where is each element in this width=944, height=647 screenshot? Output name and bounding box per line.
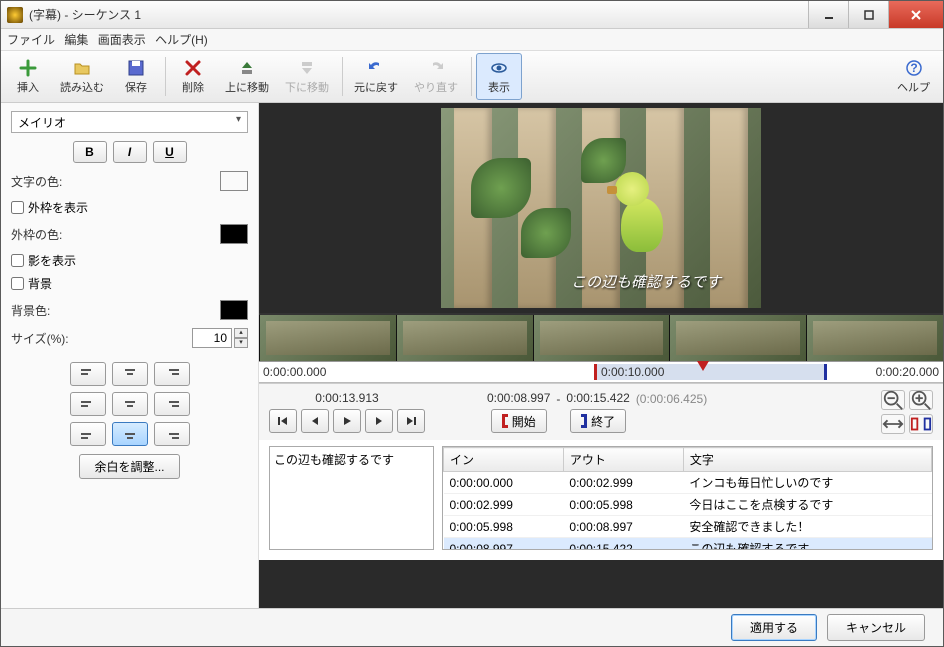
out-timecode: 0:00:15.422	[566, 391, 629, 405]
font-select[interactable]: メイリオ	[11, 111, 248, 133]
sidebar: メイリオ B I U 文字の色: 外枠を表示 外枠の色: 影を表示 背景 背景色…	[1, 103, 259, 608]
playhead-icon[interactable]	[697, 361, 709, 371]
menu-help[interactable]: ヘルプ(H)	[155, 33, 208, 47]
zoom-out-button[interactable]	[881, 390, 905, 410]
window-title: (字幕) - シーケンス 1	[29, 6, 808, 23]
save-button[interactable]: 保存	[113, 53, 159, 100]
apply-button[interactable]: 適用する	[731, 614, 817, 641]
table-row[interactable]: 0:00:00.0000:00:02.999インコも毎日忙しいのです	[444, 472, 932, 494]
table-row[interactable]: 0:00:08.9970:00:15.422この辺も確認するです	[444, 538, 932, 551]
toolbar: 挿入 読み込む 保存 削除 上に移動 下に移動 元に戻す やり直す 表示 ?ヘル…	[1, 51, 943, 103]
delete-button[interactable]: 削除	[170, 53, 216, 100]
align-mr[interactable]	[154, 392, 190, 416]
redo-button: やり直す	[407, 53, 465, 100]
align-mc[interactable]	[112, 392, 148, 416]
bordercolor-swatch[interactable]	[220, 224, 248, 244]
underline-button[interactable]: U	[153, 141, 187, 163]
bgcolor-label: 背景色:	[11, 302, 220, 319]
menubar: ファイル 編集 画面表示 ヘルプ(H)	[1, 29, 943, 51]
menu-file[interactable]: ファイル	[7, 33, 55, 47]
align-bl[interactable]	[70, 422, 106, 446]
titlebar: (字幕) - シーケンス 1	[1, 1, 943, 29]
align-tl[interactable]	[70, 362, 106, 386]
close-button[interactable]	[888, 1, 943, 28]
in-timecode: 0:00:08.997	[487, 391, 550, 405]
range-button[interactable]	[909, 414, 933, 434]
table-row[interactable]: 0:00:02.9990:00:05.998今日はここを点検するです	[444, 494, 932, 516]
bold-button[interactable]: B	[73, 141, 107, 163]
cancel-button[interactable]: キャンセル	[827, 614, 925, 641]
size-input[interactable]	[192, 328, 232, 348]
video-preview: この辺も確認するです	[259, 103, 943, 313]
col-in[interactable]: イン	[444, 448, 564, 472]
textcolor-swatch[interactable]	[220, 171, 248, 191]
timeline-ruler[interactable]: 0:00:00.000 0:00:10.000 0:00:20.000	[259, 361, 943, 383]
app-window: (字幕) - シーケンス 1 ファイル 編集 画面表示 ヘルプ(H) 挿入 読み…	[0, 0, 944, 647]
moveup-button[interactable]: 上に移動	[218, 53, 276, 100]
size-up[interactable]: ▴	[234, 328, 248, 338]
undo-button[interactable]: 元に戻す	[347, 53, 405, 100]
fit-button[interactable]	[881, 414, 905, 434]
col-text[interactable]: 文字	[683, 448, 931, 472]
current-timecode: 0:00:13.913	[315, 391, 378, 405]
align-tr[interactable]	[154, 362, 190, 386]
help-button[interactable]: ?ヘルプ	[890, 53, 937, 100]
subtitle-textarea[interactable]	[269, 446, 434, 550]
align-tc[interactable]	[112, 362, 148, 386]
movedown-button: 下に移動	[278, 53, 336, 100]
play-button[interactable]	[333, 409, 361, 433]
subtitle-table[interactable]: イン アウト 文字 0:00:00.0000:00:02.999インコも毎日忙し…	[442, 446, 933, 550]
goto-end-button[interactable]	[397, 409, 425, 433]
svg-text:?: ?	[910, 61, 917, 75]
align-ml[interactable]	[70, 392, 106, 416]
duration-label: (0:00:06.425)	[636, 392, 707, 406]
align-bc[interactable]	[112, 422, 148, 446]
size-down[interactable]: ▾	[234, 338, 248, 348]
showshadow-checkbox[interactable]: 影を表示	[11, 252, 248, 269]
margin-button[interactable]: 余白を調整...	[79, 454, 179, 479]
minimize-button[interactable]	[808, 1, 848, 28]
col-out[interactable]: アウト	[563, 448, 683, 472]
menu-edit[interactable]: 編集	[64, 33, 88, 47]
playback-controls: 0:00:13.913 0:00:08.997 開始 - 0	[259, 383, 943, 440]
size-label: サイズ(%):	[11, 330, 192, 347]
show-button[interactable]: 表示	[476, 53, 522, 100]
showbg-checkbox[interactable]: 背景	[11, 275, 248, 292]
thumbnail-strip[interactable]	[259, 313, 943, 361]
showborder-checkbox[interactable]: 外枠を表示	[11, 199, 248, 216]
load-button[interactable]: 読み込む	[53, 53, 111, 100]
set-out-button[interactable]: 終了	[570, 409, 626, 433]
footer: 適用する キャンセル	[1, 608, 943, 646]
alignment-grid	[11, 362, 248, 446]
bordercolor-label: 外枠の色:	[11, 226, 220, 243]
app-icon	[7, 7, 23, 23]
menu-view[interactable]: 画面表示	[98, 33, 146, 47]
textcolor-label: 文字の色:	[11, 173, 220, 190]
next-frame-button[interactable]	[365, 409, 393, 433]
subtitle-overlay: この辺も確認するです	[571, 271, 721, 292]
prev-frame-button[interactable]	[301, 409, 329, 433]
insert-button[interactable]: 挿入	[5, 53, 51, 100]
maximize-button[interactable]	[848, 1, 888, 28]
italic-button[interactable]: I	[113, 141, 147, 163]
zoom-in-button[interactable]	[909, 390, 933, 410]
bgcolor-swatch[interactable]	[220, 300, 248, 320]
table-row[interactable]: 0:00:05.9980:00:08.997安全確認できました！	[444, 516, 932, 538]
bird-icon	[611, 172, 681, 252]
goto-start-button[interactable]	[269, 409, 297, 433]
set-in-button[interactable]: 開始	[491, 409, 547, 433]
preview-area: この辺も確認するです 0:00:00.000 0:00:10.000 0:00:…	[259, 103, 943, 608]
align-br[interactable]	[154, 422, 190, 446]
